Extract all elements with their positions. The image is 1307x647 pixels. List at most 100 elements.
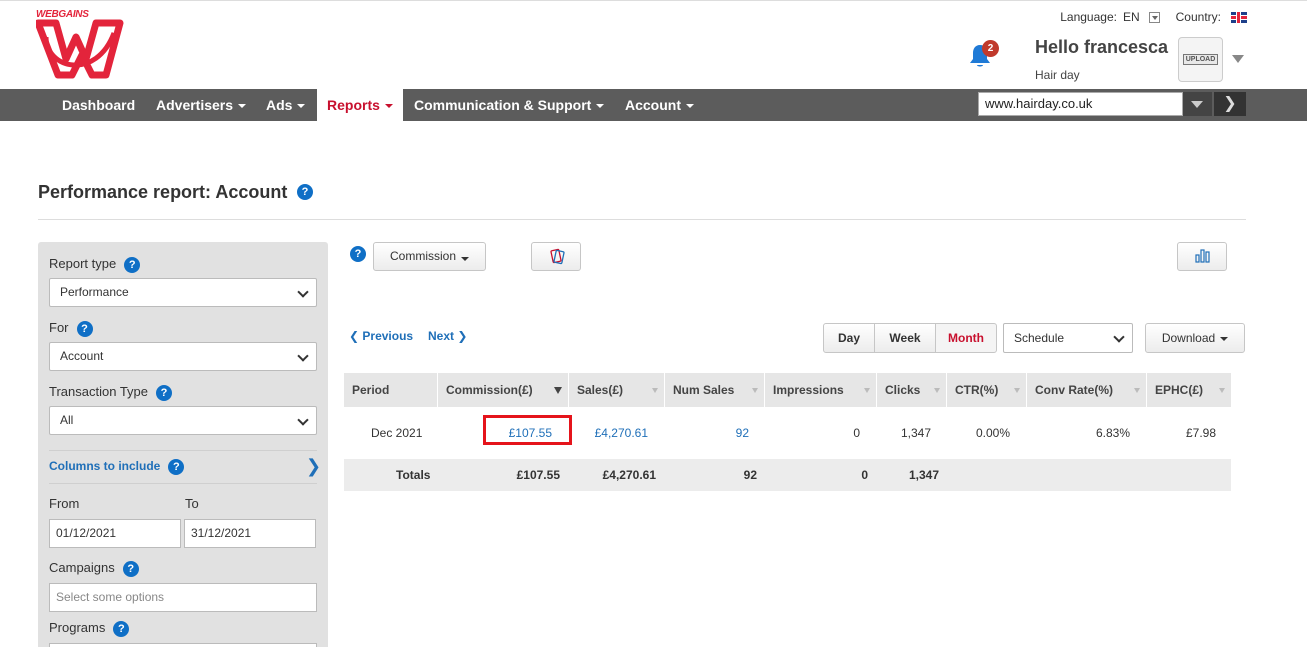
bar-chart-icon [1195, 249, 1210, 263]
totals-label: Totals [396, 468, 431, 482]
totals-row [344, 459, 1231, 491]
user-menu-caret-icon[interactable] [1232, 55, 1244, 63]
chevron-down-icon [238, 104, 247, 109]
period-month-button[interactable]: Month [935, 323, 997, 353]
columns-to-include-link[interactable]: Columns to include? [49, 459, 185, 475]
avatar[interactable]: UPLOAD [1178, 37, 1223, 82]
sort-icon [1219, 388, 1225, 393]
column-header-impressions[interactable]: Impressions [765, 373, 877, 407]
compare-button[interactable] [531, 242, 581, 271]
download-button[interactable]: Download [1145, 323, 1245, 353]
column-header-clicks[interactable]: Clicks [877, 373, 947, 407]
language-dropdown-icon[interactable] [1148, 11, 1160, 23]
sort-icon [1014, 388, 1020, 393]
chevron-right-icon: ❯ [1223, 95, 1237, 112]
column-header-ctr[interactable]: CTR(%) [947, 373, 1027, 407]
next-link[interactable]: Next ❯ [428, 329, 467, 343]
column-header-sales[interactable]: Sales(£) [569, 373, 665, 407]
sort-icon [752, 388, 758, 393]
transaction-type-select[interactable]: All [49, 406, 317, 435]
sort-icon [934, 388, 940, 393]
for-select[interactable]: Account [49, 342, 317, 371]
help-icon[interactable]: ? [76, 320, 93, 337]
nav-communication-support[interactable]: Communication & Support [414, 89, 605, 121]
webgains-logo-icon [36, 19, 124, 79]
nav-dashboard[interactable]: Dashboard [62, 89, 135, 121]
report-type-label: Report type? [49, 256, 141, 273]
copy-icon [550, 248, 565, 265]
account-name: Hair day [1035, 68, 1080, 82]
site-select[interactable]: www.hairday.co.uk [978, 92, 1183, 116]
help-icon[interactable]: ? [350, 246, 366, 262]
previous-link[interactable]: ❮ Previous [349, 329, 413, 343]
chart-toggle-button[interactable] [1177, 242, 1227, 271]
help-icon[interactable]: ? [113, 620, 130, 637]
chevron-down-icon [596, 104, 605, 109]
divider [49, 450, 317, 451]
help-icon[interactable]: ? [168, 459, 185, 475]
totals-num-sales: 92 [743, 468, 757, 482]
sort-icon [864, 388, 870, 393]
sort-icon [1134, 388, 1140, 393]
to-date-input[interactable]: 31/12/2021 [184, 519, 316, 548]
period-week-button[interactable]: Week [874, 323, 936, 353]
report-table-header: Period Commission(£) Sales(£) Num Sales … [344, 373, 1231, 407]
help-icon[interactable]: ? [297, 184, 313, 200]
column-header-commission[interactable]: Commission(£) [438, 373, 569, 407]
nav-reports[interactable]: Reports [317, 89, 403, 121]
cell-period: Dec 2021 [371, 426, 423, 440]
from-label: From [49, 496, 80, 511]
site-go-button[interactable]: ❯ [1214, 92, 1246, 116]
webgains-logo[interactable]: WEBGAINS [36, 9, 126, 79]
period-day-button[interactable]: Day [823, 323, 875, 353]
avatar-upload-label: UPLOAD [1182, 54, 1219, 65]
totals-clicks: 1,347 [908, 468, 939, 482]
totals-impressions: 0 [861, 468, 868, 482]
title-divider [38, 219, 1246, 220]
column-header-ephc[interactable]: EPHC(£) [1147, 373, 1231, 407]
cell-ctr: 0.00% [975, 426, 1010, 440]
language-label: Language: [1060, 10, 1117, 24]
nav-ads[interactable]: Ads [266, 89, 306, 121]
chevron-down-icon [297, 104, 306, 109]
commission-highlight-box [483, 415, 572, 445]
cell-sales-link[interactable]: £4,270.61 [572, 426, 648, 440]
chevron-down-icon [1220, 336, 1229, 341]
header: WEBGAINS Language: EN Country: 2 Hello f… [0, 0, 1307, 89]
sort-icon [652, 388, 658, 393]
help-icon[interactable]: ? [124, 256, 141, 273]
cell-impressions: 0 [853, 426, 860, 440]
greeting: Hello francesca [1035, 37, 1169, 57]
campaigns-input[interactable]: Select some options [49, 583, 317, 612]
site-dropdown-icon[interactable] [1183, 92, 1212, 116]
totals-sales: £4,270.61 [602, 468, 656, 482]
column-header-period[interactable]: Period [344, 373, 438, 407]
divider [49, 483, 317, 484]
campaigns-label: Campaigns? [49, 560, 139, 577]
cell-ephc: £7.98 [1185, 426, 1216, 440]
column-header-conv-rate[interactable]: Conv Rate(%) [1027, 373, 1147, 407]
chevron-down-icon [686, 104, 694, 109]
to-label: To [185, 496, 199, 511]
report-type-select[interactable]: Performance [49, 278, 317, 307]
transaction-type-label: Transaction Type? [49, 384, 172, 401]
chevron-right-icon[interactable]: ❯ [306, 456, 321, 477]
schedule-select[interactable]: Schedule [1003, 323, 1133, 353]
column-header-num-sales[interactable]: Num Sales [665, 373, 765, 407]
chevron-down-icon [461, 256, 469, 261]
main-navbar: Dashboard Advertisers Ads Reports Commun… [0, 89, 1307, 121]
cell-num-sales-link[interactable]: 92 [700, 426, 749, 440]
language-country-row: Language: EN Country: [1060, 10, 1247, 24]
nav-advertisers[interactable]: Advertisers [156, 89, 247, 121]
filters-sidebar: Report type? Performance For? Account Tr… [38, 242, 328, 647]
language-value[interactable]: EN [1123, 10, 1140, 24]
chevron-down-icon [384, 104, 393, 109]
nav-account[interactable]: Account [625, 89, 694, 121]
uk-flag-icon[interactable] [1231, 11, 1247, 23]
metric-dropdown-button[interactable]: Commission [373, 242, 486, 271]
help-icon[interactable]: ? [122, 560, 139, 577]
programs-input[interactable] [49, 643, 317, 647]
from-date-input[interactable]: 01/12/2021 [49, 519, 181, 548]
help-icon[interactable]: ? [156, 384, 172, 401]
sort-desc-icon [554, 387, 562, 394]
